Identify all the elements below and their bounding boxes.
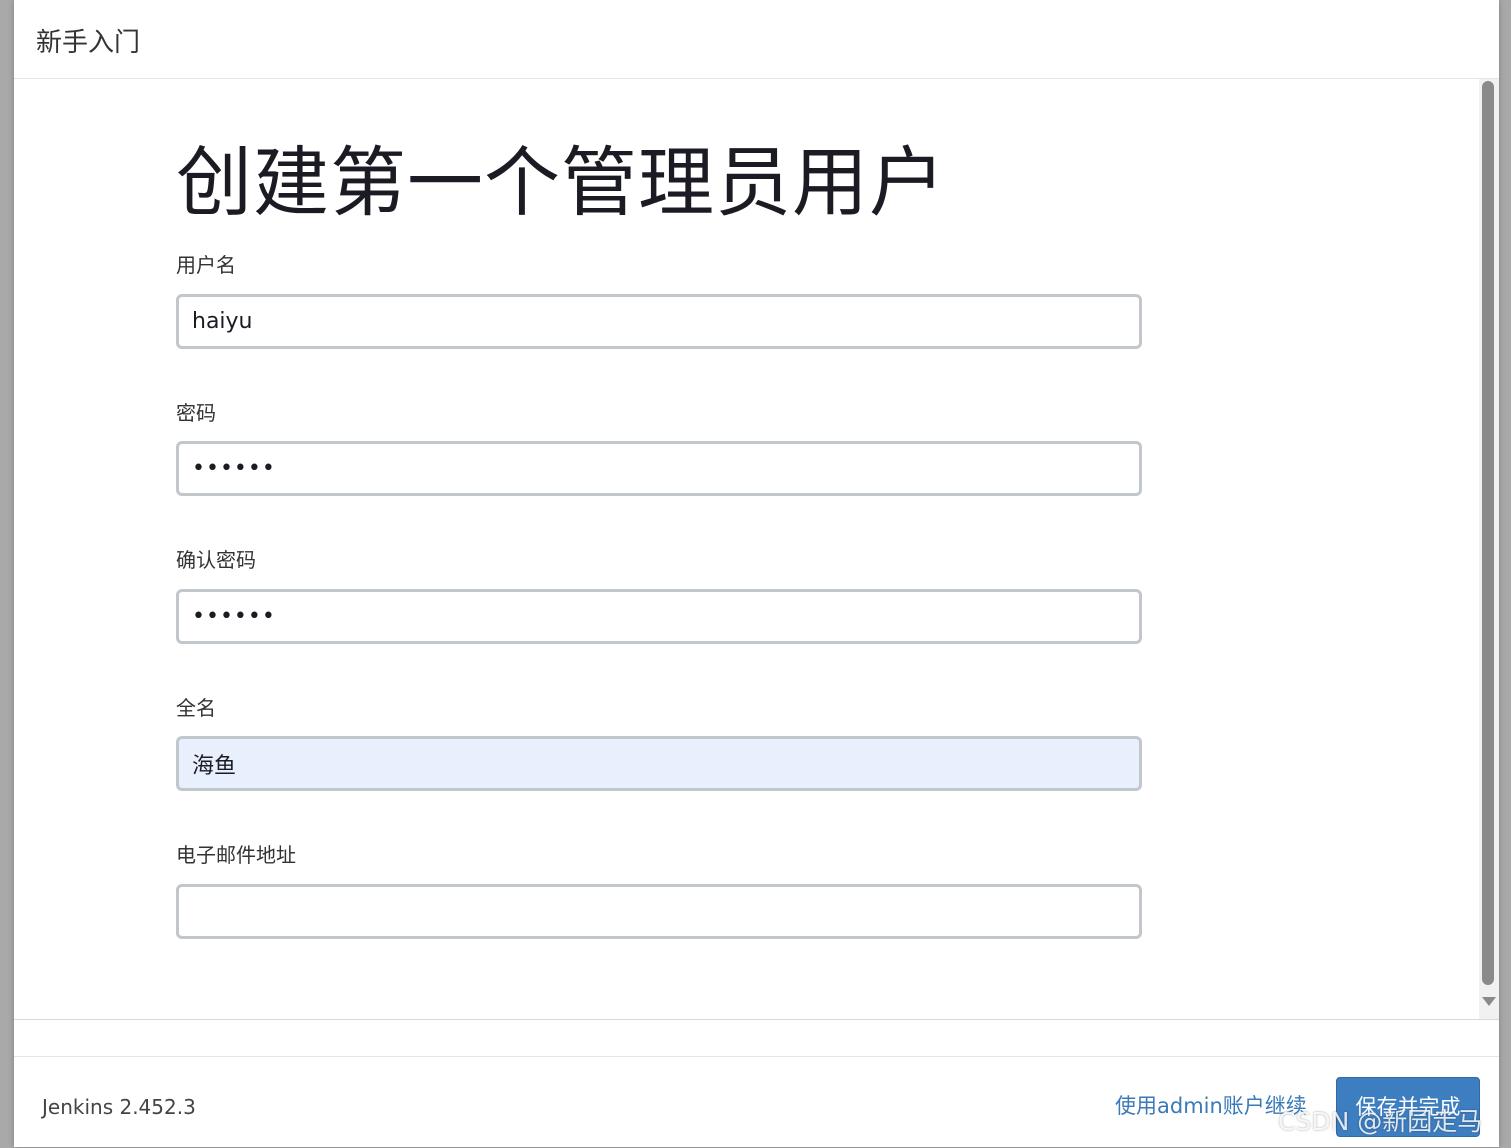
fullname-input[interactable] xyxy=(176,736,1142,791)
username-label: 用户名 xyxy=(176,253,236,277)
fullname-label: 全名 xyxy=(176,696,216,720)
email-label: 电子邮件地址 xyxy=(176,843,296,867)
page-title: 创建第一个管理员用户 xyxy=(176,138,946,227)
scrollbar-thumb[interactable] xyxy=(1482,81,1494,985)
dialog-content: 创建第一个管理员用户 用户名 密码 确认密码 全名 电子邮件地址 xyxy=(14,79,1479,1019)
header-title: 新手入门 xyxy=(36,28,141,58)
confirm-password-label: 确认密码 xyxy=(176,548,256,572)
scroll-down-arrow-icon[interactable] xyxy=(1482,997,1496,1006)
jenkins-version: Jenkins 2.452.3 xyxy=(42,1095,196,1119)
setup-wizard-dialog: 新手入门 创建第一个管理员用户 用户名 密码 确认密码 全名 电子邮件地址 Je… xyxy=(14,0,1499,1147)
dialog-footer: Jenkins 2.452.3 使用admin账户继续 保存并完成 xyxy=(14,1056,1499,1148)
password-label: 密码 xyxy=(176,401,216,425)
dialog-header: 新手入门 xyxy=(14,0,1499,79)
username-input[interactable] xyxy=(176,294,1142,349)
csdn-watermark: CSDN @新园走马 xyxy=(1278,1107,1483,1136)
confirm-password-input[interactable] xyxy=(176,589,1142,644)
email-input[interactable] xyxy=(176,884,1142,939)
content-divider xyxy=(14,1019,1499,1020)
content-scrollbar[interactable] xyxy=(1479,79,1499,1019)
password-input[interactable] xyxy=(176,441,1142,496)
